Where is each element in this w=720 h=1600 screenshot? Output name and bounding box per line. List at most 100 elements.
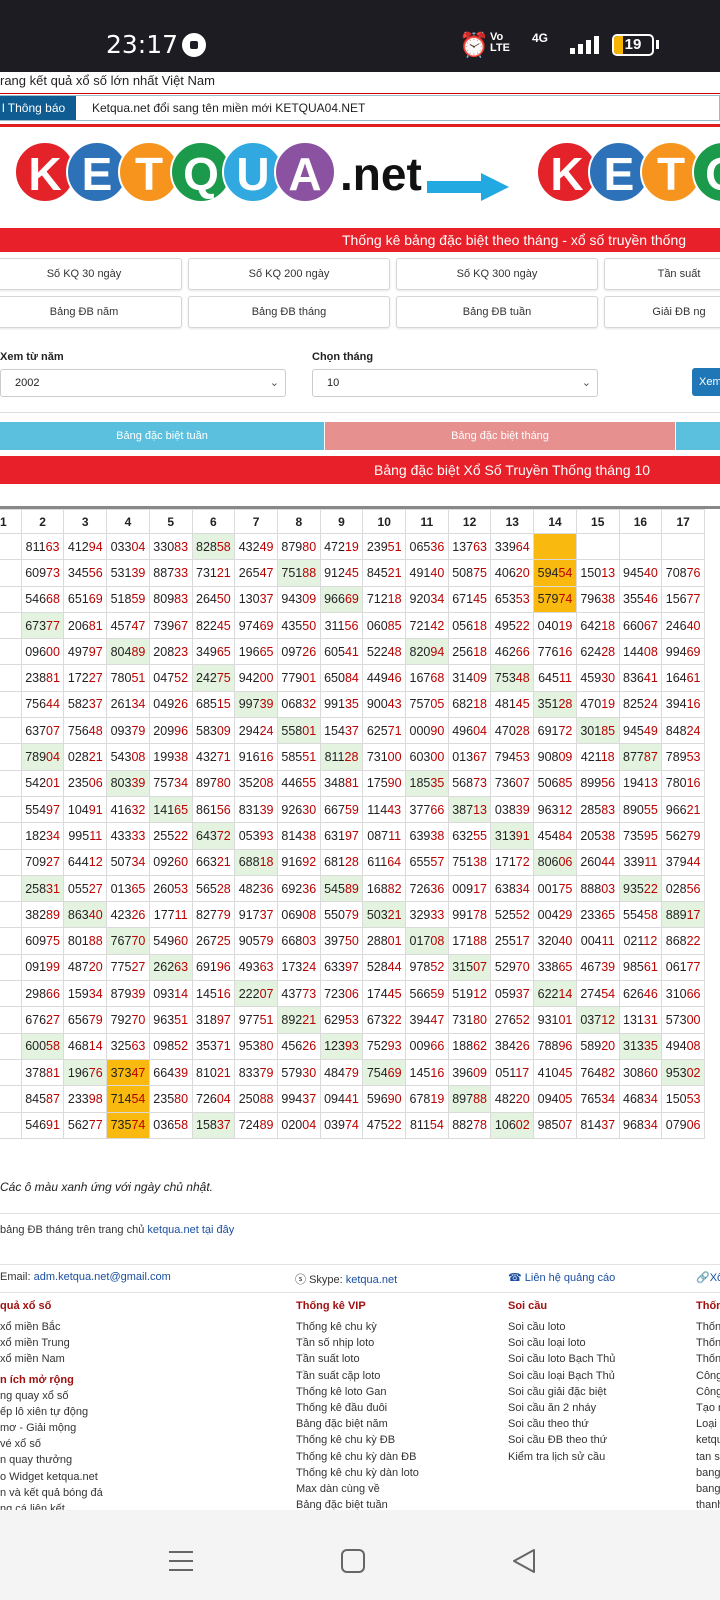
footer-link[interactable]: Tần suất cặp loto [296, 1368, 419, 1384]
results-table: 1 2 3 4 5 6 7 8 9 10 11 12 13 14 15 16 17 81163 41294 03304… [0, 509, 705, 1139]
result-cell: 63938 [405, 822, 449, 850]
year-select[interactable]: 2002 ⌄ [0, 369, 286, 397]
footer-link[interactable]: Soi cầu loto Bạch Thủ [508, 1351, 615, 1367]
footer-link[interactable]: mơ - Giải mộng [0, 1420, 103, 1436]
tab-month[interactable]: Bảng đặc biệt tháng [325, 422, 675, 450]
back-icon[interactable] [510, 1548, 540, 1574]
btn-giai-db[interactable]: Giải ĐB ng [604, 296, 720, 328]
table-cell [0, 769, 22, 797]
homepage-link[interactable]: ketqua.net tại đây [147, 1224, 234, 1236]
footer-link[interactable]: o Widget ketqua.net [0, 1469, 103, 1485]
footer-link[interactable]: Thống kê đầu đuôi [296, 1400, 419, 1416]
view-button[interactable]: Xem [692, 368, 720, 396]
notice-tag: l Thông báo [0, 96, 76, 120]
footer-link[interactable]: xổ miền Nam [0, 1351, 103, 1367]
footer-link[interactable]: Soi cầu loại loto [508, 1335, 615, 1351]
contact-xo[interactable]: 🔗Xổ [696, 1271, 720, 1284]
btn-db-thang[interactable]: Bảng ĐB tháng [188, 296, 390, 328]
footer-link[interactable]: ketqu [696, 1432, 720, 1448]
result-cell: 88917 [661, 901, 705, 929]
footer-link[interactable]: Tần suất loto [296, 1351, 419, 1367]
month-select[interactable]: 10 ⌄ [312, 369, 598, 397]
footer-link[interactable]: Thống kê chu kỳ ĐB [296, 1432, 419, 1448]
soccer-ball-icon [182, 33, 206, 57]
footer-link[interactable]: Soi cầu loto [508, 1319, 615, 1335]
ads-link[interactable]: Liên hệ quảng cáo [525, 1272, 616, 1284]
result-cell: 26725 [191, 927, 236, 955]
footer-link[interactable]: Kiểm tra lịch sử cầu [508, 1449, 615, 1465]
footer-link[interactable]: Soi cầu theo thứ [508, 1416, 615, 1432]
table-row: 29866 15934 87939 09314 14516 22207 43773 72306… [0, 980, 705, 1008]
result-cell: 23580 [148, 1085, 193, 1113]
footer-link[interactable]: n và kết quả bóng đá [0, 1485, 103, 1501]
table-row: 63707 75648 09379 20996 58309 29424 55801 15437… [0, 717, 705, 745]
result-cell: 61164 [362, 848, 407, 876]
footer-link[interactable]: Max dàn cùng về [296, 1481, 419, 1497]
menu-icon[interactable] [166, 1548, 196, 1574]
footer-link[interactable]: Loại [696, 1416, 720, 1432]
results-table-container[interactable]: 1 2 3 4 5 6 7 8 9 10 11 12 13 14 15 16 17 81163 41294 03304… [0, 506, 720, 1160]
btn-kq-200[interactable]: Số KQ 200 ngày [188, 258, 390, 290]
email-link[interactable]: adm.ketqua.net@gmail.com [34, 1271, 171, 1283]
footer-link[interactable]: ng quay xổ số [0, 1388, 103, 1404]
result-cell: 31066 [661, 980, 705, 1008]
footer-link[interactable]: tan s [696, 1449, 720, 1465]
table-row: 23881 17227 78051 04752 24275 94200 77901 65084… [0, 664, 705, 692]
result-cell: 64412 [63, 848, 108, 876]
result-cell: 81437 [575, 1111, 620, 1139]
notice-message-link[interactable]: Ketqua.net đổi sang tên miền mới KETQUA0… [92, 96, 365, 120]
footer-link[interactable]: Tạo r [696, 1400, 720, 1416]
chevron-down-icon: ⌄ [581, 377, 591, 389]
footer-link[interactable]: Thốn [696, 1335, 720, 1351]
footer-link[interactable]: Công [696, 1368, 720, 1384]
btn-db-tuan[interactable]: Bảng ĐB tuần [396, 296, 598, 328]
footer-link[interactable]: Thống kê loto Gan [296, 1384, 419, 1400]
home-icon[interactable] [338, 1548, 368, 1574]
banner[interactable]: K E T Q U A .net K E T Q U A [0, 124, 720, 222]
footer-link[interactable]: Thốn [696, 1351, 720, 1367]
skype-link[interactable]: ketqua.net [346, 1274, 397, 1286]
result-cell: 49797 [63, 638, 108, 666]
footer-link[interactable]: ếp lô xiên tự động [0, 1404, 103, 1420]
footer-link[interactable]: Bảng đặc biệt năm [296, 1416, 419, 1432]
result-cell: 63707 [20, 717, 65, 745]
footer-link[interactable]: xổ miền Trung [0, 1335, 103, 1351]
result-cell: 15677 [661, 585, 705, 613]
footer-link[interactable]: Soi cầu giải đặc biệt [508, 1384, 615, 1400]
footer-link[interactable]: bang [696, 1465, 720, 1481]
footer-link[interactable]: vé xổ số [0, 1436, 103, 1452]
result-cell: 34556 [63, 559, 108, 587]
footer-link[interactable]: Thốn [696, 1319, 720, 1335]
day-header: 13 [490, 509, 535, 534]
result-cell: 25088 [234, 1085, 278, 1113]
tab-week[interactable]: Bảng đặc biệt tuần [0, 422, 324, 450]
footer-link[interactable]: Soi cầu loại Bạch Thủ [508, 1368, 615, 1384]
footer-link[interactable]: Thống kê chu kỳ [296, 1319, 419, 1335]
footer-link[interactable]: xổ miền Bắc [0, 1319, 103, 1335]
xo-link[interactable]: Xổ [710, 1272, 720, 1284]
result-cell: 84521 [362, 559, 407, 587]
footer-link[interactable]: Tần số nhịp loto [296, 1335, 419, 1351]
result-cell: 95302 [661, 1058, 705, 1087]
footer-link[interactable]: bang [696, 1481, 720, 1497]
footer-link[interactable]: Thống kê chu kỳ dàn ĐB [296, 1449, 419, 1465]
contact-ads[interactable]: ☎ Liên hệ quảng cáo [508, 1271, 615, 1284]
tab-more[interactable] [676, 422, 720, 450]
result-cell: 82524 [618, 690, 663, 719]
footer-link[interactable]: Soi cầu ăn 2 nháy [508, 1400, 615, 1416]
divider [0, 1264, 720, 1265]
footer-link[interactable]: Soi cầu ĐB theo thứ [508, 1432, 615, 1448]
result-cell: 30860 [618, 1058, 663, 1087]
btn-kq-30[interactable]: Số KQ 30 ngày [0, 258, 182, 290]
btn-kq-300[interactable]: Số KQ 300 ngày [396, 258, 598, 290]
result-cell: 16768 [405, 664, 449, 692]
result-cell: 38426 [490, 1032, 535, 1060]
btn-db-nam[interactable]: Bảng ĐB năm [0, 296, 182, 328]
table-cell [0, 690, 22, 719]
result-cell: 45930 [575, 664, 620, 692]
footer-link[interactable]: Công [696, 1384, 720, 1400]
footer-link[interactable]: Thống kê chu kỳ dàn loto [296, 1465, 419, 1481]
btn-tan-suat[interactable]: Tần suất [604, 258, 720, 290]
footer-link[interactable]: n quay thưởng [0, 1452, 103, 1468]
result-cell: 84587 [20, 1085, 65, 1113]
